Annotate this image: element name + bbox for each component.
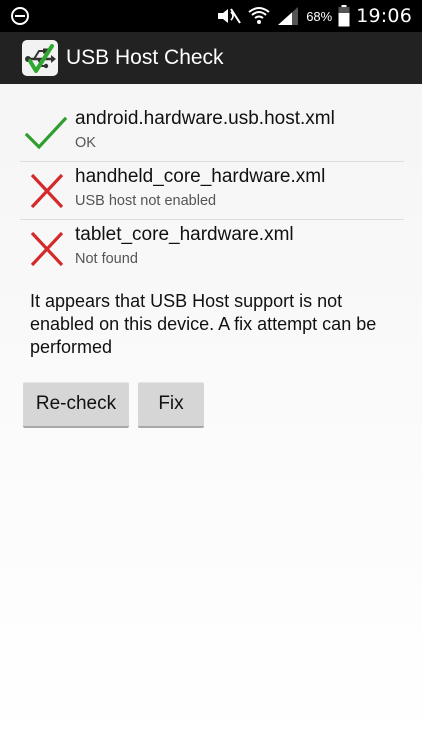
recheck-button[interactable]: Re-check: [23, 382, 129, 428]
cross-icon: [30, 231, 64, 267]
check-row-tablet-core: tablet_core_hardware.xml Not found: [20, 220, 404, 277]
check-row-usb-host: android.hardware.usb.host.xml OK: [20, 104, 404, 162]
button-row: Re-check Fix: [23, 382, 204, 428]
status-bar: 68% 19:06: [0, 0, 422, 32]
mute-icon: [218, 8, 242, 24]
fix-button[interactable]: Fix: [138, 382, 204, 428]
check-name: android.hardware.usb.host.xml: [75, 108, 335, 129]
check-status: USB host not enabled: [75, 193, 217, 209]
check-list: android.hardware.usb.host.xml OK handhel…: [20, 104, 404, 277]
clock: 19:06: [356, 5, 412, 27]
check-name: tablet_core_hardware.xml: [75, 224, 294, 245]
minus-circle-icon: [11, 7, 29, 25]
check-status: OK: [75, 135, 96, 151]
signal-icon: [278, 7, 299, 25]
battery-icon: [338, 5, 350, 27]
check-name: handheld_core_hardware.xml: [75, 166, 326, 187]
cross-icon: [30, 173, 64, 209]
app-title: USB Host Check: [66, 46, 224, 69]
wifi-icon: [248, 7, 270, 24]
action-bar: USB Host Check: [0, 32, 422, 84]
checkmark-icon: [24, 116, 68, 150]
usb-check-app-icon[interactable]: [22, 40, 58, 76]
battery-percent: 68%: [306, 8, 333, 24]
status-message: It appears that USB Host support is not …: [30, 291, 377, 357]
check-status: Not found: [75, 251, 138, 267]
check-row-handheld-core: handheld_core_hardware.xml USB host not …: [20, 162, 404, 220]
